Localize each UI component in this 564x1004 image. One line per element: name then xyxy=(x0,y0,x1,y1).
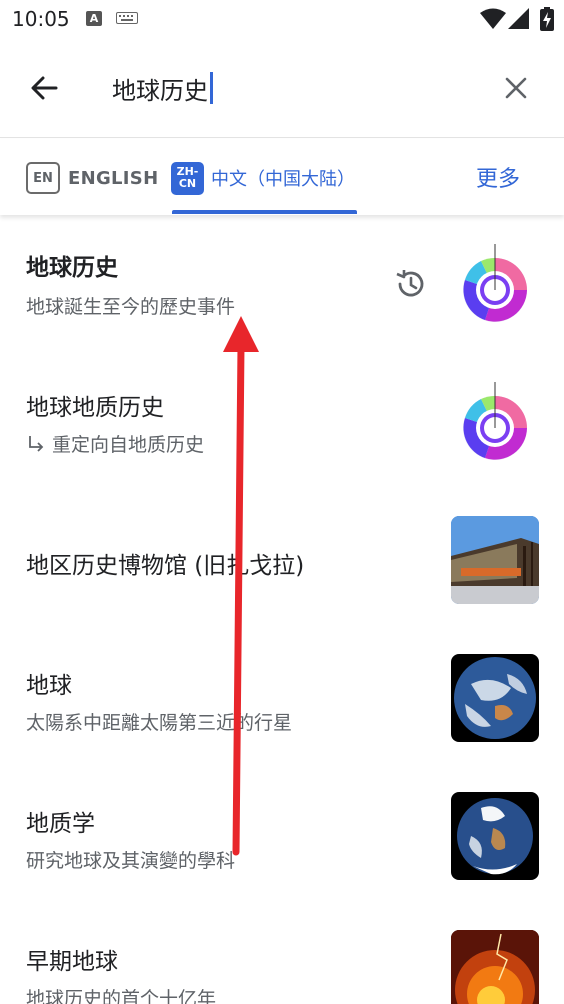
close-icon xyxy=(505,77,527,99)
back-button[interactable] xyxy=(22,66,66,110)
result-title: 地球地质历史 xyxy=(26,395,164,421)
list-item[interactable]: 地球地质历史 重定向自地质历史 xyxy=(0,354,564,492)
status-time: 10:05 xyxy=(12,7,70,31)
thumbnail-molten-earth xyxy=(451,930,539,1004)
result-redirect: 重定向自地质历史 xyxy=(26,430,204,457)
language-tabs: EN ENGLISH ZH- CN 中文（中国大陆） 更多 xyxy=(0,139,564,215)
search-bar: 地球历史 xyxy=(0,40,564,138)
thumbnail-earth-globe xyxy=(451,654,539,742)
battery-charging-icon xyxy=(540,7,554,31)
result-title: 地球历史 xyxy=(26,255,118,281)
result-description: 地球誕生至今的歷史事件 xyxy=(26,296,236,318)
thumbnail-geologic-clock xyxy=(451,378,539,466)
list-item[interactable]: 地球历史 地球誕生至今的歷史事件 xyxy=(0,216,564,354)
tab-chinese[interactable]: ZH- CN 中文（中国大陆） xyxy=(171,161,355,195)
thumbnail-earth-globe xyxy=(451,792,539,880)
list-item[interactable]: 地质学 研究地球及其演變的學科 xyxy=(0,768,564,906)
more-languages-button[interactable]: 更多 xyxy=(476,161,520,193)
zh-badge: ZH- CN xyxy=(171,161,204,195)
history-icon[interactable] xyxy=(394,268,426,300)
zh-badge-line2: CN xyxy=(178,177,197,190)
search-query: 地球历史 xyxy=(112,76,208,105)
text-cursor xyxy=(210,72,213,104)
accessibility-icon: A xyxy=(86,11,102,26)
result-redirect-label: 重定向自地质历史 xyxy=(52,434,205,456)
result-title: 早期地球 xyxy=(26,949,118,975)
result-title: 地区历史博物馆 (旧扎戈拉) xyxy=(26,553,305,579)
keyboard-icon xyxy=(116,12,138,24)
tab-english-label: ENGLISH xyxy=(68,167,159,189)
thumbnail-geologic-clock xyxy=(451,240,539,328)
signal-icon xyxy=(508,8,529,29)
result-description: 研究地球及其演變的學科 xyxy=(26,850,236,872)
list-item[interactable]: 地球 太陽系中距離太陽第三近的行星 xyxy=(0,630,564,768)
search-input[interactable]: 地球历史 xyxy=(112,70,213,106)
en-badge: EN xyxy=(26,162,60,194)
result-title: 地质学 xyxy=(26,811,95,837)
list-item[interactable]: 地区历史博物馆 (旧扎戈拉) xyxy=(0,492,564,630)
result-description: 太陽系中距離太陽第三近的行星 xyxy=(26,712,293,734)
clear-button[interactable] xyxy=(494,66,538,110)
wifi-icon xyxy=(480,8,506,29)
result-title: 地球 xyxy=(26,673,72,699)
arrow-back-icon xyxy=(31,76,58,100)
tab-chinese-label: 中文（中国大陆） xyxy=(211,169,355,190)
tab-english[interactable]: EN ENGLISH xyxy=(26,161,158,195)
result-description: 地球历史的首个十亿年 xyxy=(26,988,217,1004)
status-bar: 10:05 A xyxy=(0,0,564,38)
list-item[interactable]: 早期地球 地球历史的首个十亿年 xyxy=(0,906,564,1004)
subdirectory-arrow-icon xyxy=(29,435,44,452)
active-tab-indicator xyxy=(172,210,357,214)
thumbnail-museum-building xyxy=(451,516,539,604)
